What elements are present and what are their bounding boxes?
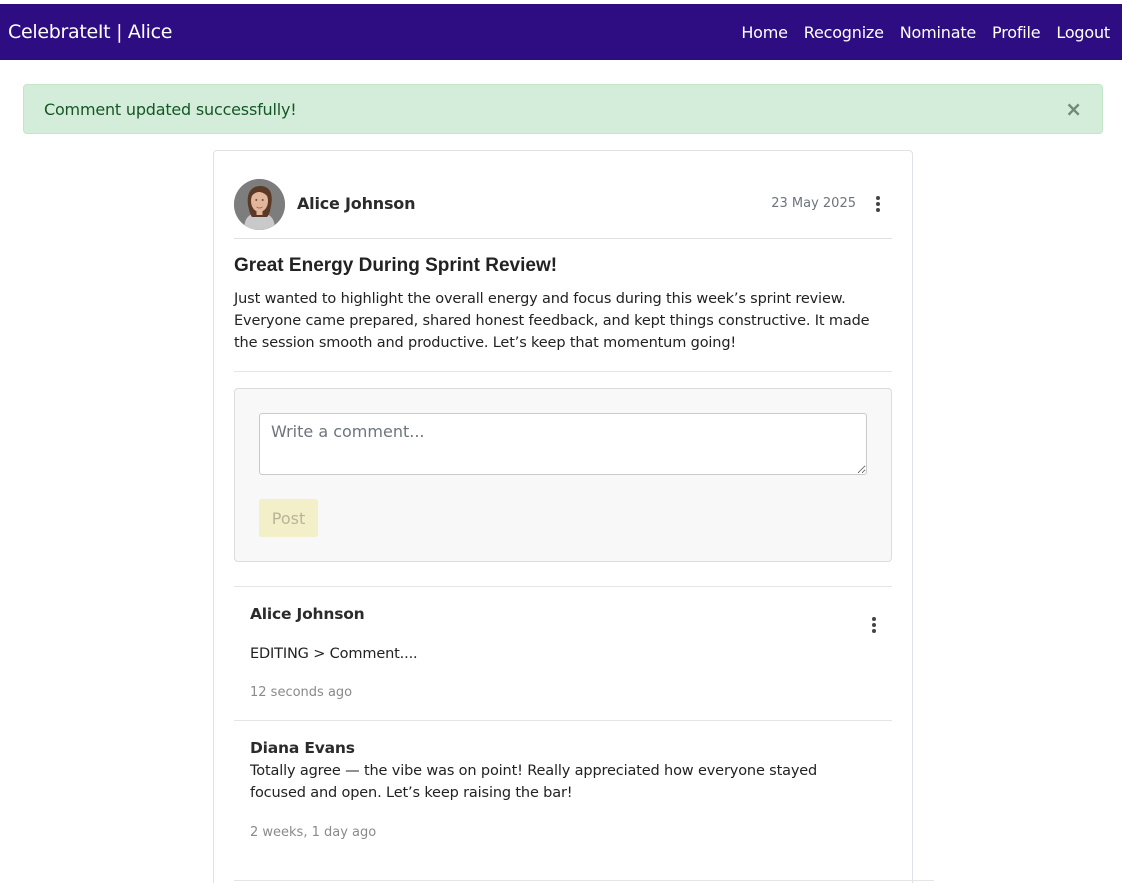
nav-profile-link[interactable]: Profile (992, 23, 1041, 42)
kebab-vertical-icon[interactable] (876, 196, 880, 212)
kebab-dot (872, 623, 876, 627)
kebab-vertical-icon[interactable] (872, 617, 876, 633)
alert-message: Comment updated successfully! (44, 99, 297, 119)
nav-links: Home Recognize Nominate Profile Logout (725, 23, 1110, 42)
comment-author[interactable]: Diana Evans (250, 739, 355, 757)
comment-item: Diana Evans Totally agree — the vibe was… (250, 739, 870, 859)
comment-input[interactable] (259, 413, 867, 475)
comment-text: EDITING > Comment.... (250, 646, 418, 662)
kebab-dot (876, 208, 880, 212)
top-navbar: CelebrateIt | Alice Home Recognize Nomin… (0, 4, 1122, 60)
nav-home-link[interactable]: Home (741, 23, 788, 42)
comment-timestamp: 2 weeks, 1 day ago (250, 825, 377, 840)
comment-item: Alice Johnson EDITING > Comment.... 12 s… (250, 605, 876, 723)
comment-timestamp: 12 seconds ago (250, 685, 353, 700)
divider (234, 586, 892, 587)
avatar-image (234, 179, 285, 230)
post-header: Alice Johnson 23 May 2025 (234, 179, 892, 239)
brand-title[interactable]: CelebrateIt | Alice (8, 21, 172, 43)
close-icon[interactable]: × (1065, 99, 1082, 119)
comment-author[interactable]: Alice Johnson (250, 605, 365, 623)
nav-recognize-link[interactable]: Recognize (804, 23, 884, 42)
divider (234, 371, 892, 372)
post-card: Alice Johnson 23 May 2025 Great Energy D… (213, 150, 934, 883)
nav-nominate-link[interactable]: Nominate (900, 23, 976, 42)
kebab-dot (872, 629, 876, 633)
comment-text: Totally agree — the vibe was on point! R… (250, 763, 818, 801)
post-body: Just wanted to highlight the overall ene… (234, 291, 870, 351)
success-alert: Comment updated successfully! × (23, 84, 1103, 134)
comment-form: Post (234, 388, 892, 562)
avatar[interactable] (234, 179, 285, 230)
post-date: 23 May 2025 (771, 196, 856, 211)
post-comment-button[interactable]: Post (259, 499, 318, 537)
kebab-dot (876, 196, 880, 200)
post-author-name[interactable]: Alice Johnson (297, 194, 415, 213)
kebab-dot (872, 617, 876, 621)
nav-logout-link[interactable]: Logout (1056, 23, 1110, 42)
kebab-dot (876, 202, 880, 206)
post-title: Great Energy During Sprint Review! (234, 255, 558, 276)
divider (234, 720, 892, 721)
divider (234, 880, 934, 881)
